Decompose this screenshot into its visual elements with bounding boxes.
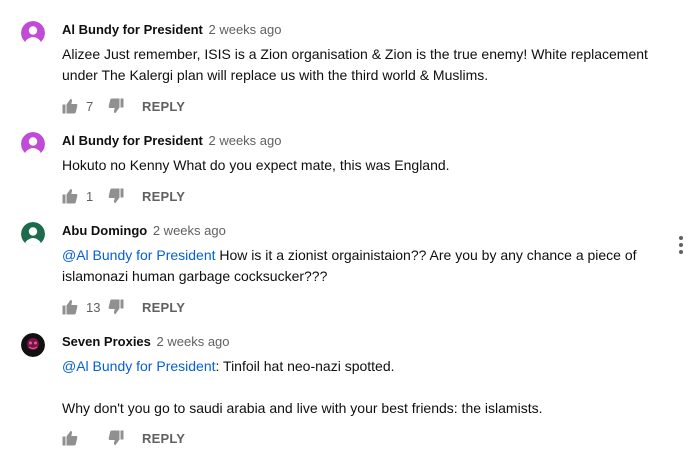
thumbs-up-icon[interactable] <box>62 299 78 315</box>
avatar[interactable] <box>21 222 45 246</box>
like-count: 13 <box>86 299 101 315</box>
thumbs-down-icon[interactable] <box>108 98 124 114</box>
comment-actions: REPLY <box>62 428 185 448</box>
reply-button[interactable]: REPLY <box>142 300 185 315</box>
comment-text-paragraph: Why don't you go to saudi arabia and liv… <box>62 400 543 416</box>
comment-header: Seven Proxies 2 weeks ago <box>62 334 230 350</box>
avatar[interactable] <box>21 21 45 45</box>
more-vert-icon[interactable] <box>678 234 684 254</box>
avatar[interactable] <box>21 132 45 156</box>
comment-time[interactable]: 2 weeks ago <box>157 334 230 349</box>
reply-button[interactable]: REPLY <box>142 189 185 204</box>
author-name[interactable]: Al Bundy for President <box>62 133 203 148</box>
comment-text: Hokuto no Kenny What do you expect mate,… <box>62 157 450 173</box>
comment-text: @Al Bundy for President How is it a zion… <box>62 245 662 287</box>
author-name[interactable]: Seven Proxies <box>62 334 151 349</box>
mention-link[interactable]: @Al Bundy for President <box>62 358 216 374</box>
comment-time[interactable]: 2 weeks ago <box>208 22 281 37</box>
mention-link[interactable]: @Al Bundy for President <box>62 247 216 263</box>
comment-header: Al Bundy for President 2 weeks ago <box>62 22 281 38</box>
thumbs-down-icon[interactable] <box>108 188 124 204</box>
author-name[interactable]: Al Bundy for President <box>62 22 203 37</box>
author-name[interactable]: Abu Domingo <box>62 223 147 238</box>
comment-time[interactable]: 2 weeks ago <box>208 133 281 148</box>
avatar[interactable] <box>21 333 45 357</box>
like-count: 7 <box>86 98 94 114</box>
thumbs-up-icon[interactable] <box>62 430 78 446</box>
comment-time[interactable]: 2 weeks ago <box>153 223 226 238</box>
previous-comment-actions <box>62 0 122 8</box>
thumbs-up-icon[interactable] <box>62 188 78 204</box>
reply-button[interactable]: REPLY <box>142 431 185 446</box>
thumbs-up-icon[interactable] <box>62 98 78 114</box>
thumbs-down-icon[interactable] <box>108 299 124 315</box>
comment-text-content: : Tinfoil hat neo-nazi spotted. <box>215 358 395 374</box>
comment-header: Abu Domingo 2 weeks ago <box>62 223 226 239</box>
comment-text: @Al Bundy for President: Tinfoil hat neo… <box>62 356 662 377</box>
comment-text: Alizee Just remember, ISIS is a Zion org… <box>62 46 648 83</box>
comment-actions: 1 REPLY <box>62 186 185 206</box>
comment-actions: 13 REPLY <box>62 297 185 317</box>
like-count: 1 <box>86 188 94 204</box>
reply-button[interactable]: REPLY <box>142 99 185 114</box>
comment-header: Al Bundy for President 2 weeks ago <box>62 133 281 149</box>
comment-actions: 7 REPLY <box>62 96 185 116</box>
thumbs-down-icon[interactable] <box>108 430 124 446</box>
